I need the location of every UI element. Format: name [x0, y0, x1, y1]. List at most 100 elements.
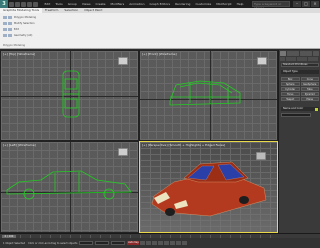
- shapes-icon[interactable]: [285, 57, 291, 61]
- car-side-wireframe[interactable]: [1, 142, 139, 233]
- menu-bar: Edit Tools Group Views Create Modifiers Animat…: [42, 0, 246, 8]
- category-dropdown[interactable]: Standard Primitives: [281, 63, 319, 67]
- object-color-swatch[interactable]: [315, 107, 318, 111]
- menu-item[interactable]: Animation: [127, 0, 147, 8]
- ribbon-tool-icon[interactable]: [8, 15, 12, 19]
- primitive-buttons: Box Cone Sphere GeoSphere Cylinder Tube Torus P…: [281, 77, 319, 101]
- primitive-button[interactable]: Teapot: [281, 97, 300, 101]
- viewport-left[interactable]: [+] [Left] [Wireframe]: [0, 141, 139, 233]
- window-controls: – □ ×: [292, 1, 319, 7]
- menu-item[interactable]: Edit: [42, 0, 53, 8]
- command-panel: Standard Primitives Object Type Box Cone S…: [278, 50, 320, 233]
- object-type-header[interactable]: Object Type: [281, 70, 319, 74]
- car-shaded-model[interactable]: [140, 142, 278, 233]
- maximize-button[interactable]: □: [302, 1, 310, 7]
- menu-item[interactable]: Graph Editors: [147, 0, 173, 8]
- primitive-button[interactable]: Tube: [300, 87, 319, 91]
- new-file-icon[interactable]: [9, 1, 14, 7]
- search-input[interactable]: Type a keyword or phrase: [252, 1, 290, 10]
- primitive-button[interactable]: Cylinder: [281, 87, 300, 91]
- orbit-icon[interactable]: [182, 241, 188, 245]
- primitive-button[interactable]: Sphere: [281, 82, 300, 86]
- primitive-button[interactable]: Torus: [281, 92, 300, 96]
- zoom-icon[interactable]: [170, 241, 176, 245]
- hierarchy-tab-icon[interactable]: [293, 51, 299, 56]
- menu-item[interactable]: Group: [65, 0, 79, 8]
- viewport-label[interactable]: [+] [Perspective] [Smooth + Highlights +…: [142, 143, 225, 147]
- title-bar: 3 Edit Tools Group Views Create Modifiers Anim…: [0, 0, 320, 10]
- motion-tab-icon[interactable]: [299, 51, 306, 56]
- ribbon-tool-icon[interactable]: [8, 27, 12, 31]
- play-icon[interactable]: [152, 241, 158, 245]
- utilities-tab-icon[interactable]: [312, 51, 319, 56]
- redo-icon[interactable]: [33, 1, 38, 7]
- go-to-end-icon[interactable]: [164, 241, 170, 245]
- car-front-wireframe[interactable]: [140, 51, 278, 141]
- x-coordinate-field[interactable]: [79, 241, 94, 245]
- viewport-front[interactable]: [+] [Front] [Wireframe]: [139, 50, 278, 141]
- name-color-header[interactable]: Name and Color: [281, 107, 319, 111]
- ribbon-row-label: Edit: [14, 27, 19, 31]
- ribbon-tool-icon[interactable]: [8, 33, 12, 37]
- ribbon-tool-icon[interactable]: [3, 21, 7, 25]
- ribbon-row[interactable]: Geometry (All): [3, 33, 32, 37]
- go-to-start-icon[interactable]: [140, 241, 146, 245]
- geometry-icon[interactable]: [280, 57, 285, 61]
- menu-item[interactable]: Help: [234, 0, 246, 8]
- helpers-icon[interactable]: [302, 57, 307, 61]
- menu-item[interactable]: MAXScript: [214, 0, 234, 8]
- systems-icon[interactable]: [313, 57, 318, 61]
- menu-item[interactable]: Tools: [53, 0, 65, 8]
- viewport-perspective[interactable]: [+] [Perspective] [Smooth + Highlights +…: [139, 141, 278, 233]
- name-color-header-label: Name and Color: [283, 107, 304, 110]
- save-icon[interactable]: [21, 1, 26, 7]
- z-coordinate-field[interactable]: [111, 241, 126, 245]
- ribbon-panel: Polygon Modeling Modify Selection Edit G…: [0, 13, 320, 49]
- ribbon-row[interactable]: Polygon Modeling: [3, 15, 36, 19]
- menu-item[interactable]: Rendering: [173, 0, 193, 8]
- next-frame-icon[interactable]: [158, 241, 164, 245]
- pan-icon[interactable]: [176, 241, 182, 245]
- y-coordinate-field[interactable]: [95, 241, 110, 245]
- space-warps-icon[interactable]: [307, 57, 313, 61]
- undo-icon[interactable]: [27, 1, 32, 7]
- ribbon-row[interactable]: Modify Selection: [3, 21, 35, 25]
- create-tab-icon[interactable]: [280, 51, 286, 56]
- viewport-label[interactable]: [+] [Top] [Wireframe]: [3, 52, 35, 56]
- object-name-field[interactable]: [281, 113, 311, 117]
- cameras-icon[interactable]: [296, 57, 302, 61]
- viewport-top[interactable]: [+] [Top] [Wireframe]: [0, 50, 139, 141]
- minimize-button[interactable]: –: [293, 1, 301, 7]
- create-category-icons: [280, 57, 319, 61]
- app-logo-button[interactable]: 3: [0, 0, 8, 8]
- primitive-button[interactable]: Box: [281, 77, 300, 81]
- status-bar: 1 Object Selected Click or click-and-dra…: [0, 238, 320, 248]
- menu-item[interactable]: Views: [79, 0, 93, 8]
- command-panel-tabs: [280, 51, 319, 56]
- ribbon-tool-icon[interactable]: [8, 21, 12, 25]
- car-top-wireframe[interactable]: [1, 51, 139, 141]
- display-tab-icon[interactable]: [306, 51, 312, 56]
- menu-item[interactable]: Modifiers: [108, 0, 127, 8]
- previous-frame-icon[interactable]: [146, 241, 152, 245]
- primitive-button[interactable]: Cone: [300, 77, 319, 81]
- primitive-button[interactable]: Pyramid: [300, 92, 319, 96]
- ribbon-tool-icon[interactable]: [3, 27, 7, 31]
- viewport-label[interactable]: [+] [Left] [Wireframe]: [3, 143, 36, 147]
- ribbon-row[interactable]: Edit: [3, 27, 19, 31]
- ribbon-tool-icon[interactable]: [3, 33, 7, 37]
- menu-item[interactable]: Customize: [193, 0, 214, 8]
- lights-icon[interactable]: [291, 57, 296, 61]
- ribbon-group-label: Polygon Modeling: [3, 44, 25, 47]
- viewport-label[interactable]: [+] [Front] [Wireframe]: [142, 52, 177, 56]
- primitive-button[interactable]: GeoSphere: [300, 82, 319, 86]
- ribbon-row-label: Polygon Modeling: [14, 15, 36, 19]
- close-button[interactable]: ×: [311, 1, 319, 7]
- selection-status: 1 Object Selected: [3, 241, 26, 245]
- primitive-button[interactable]: Plane: [300, 97, 319, 101]
- modify-tab-icon[interactable]: [286, 51, 293, 56]
- auto-key-button[interactable]: Auto Key: [127, 241, 140, 245]
- open-file-icon[interactable]: [15, 1, 20, 7]
- ribbon-tool-icon[interactable]: [3, 15, 7, 19]
- menu-item[interactable]: Create: [93, 0, 108, 8]
